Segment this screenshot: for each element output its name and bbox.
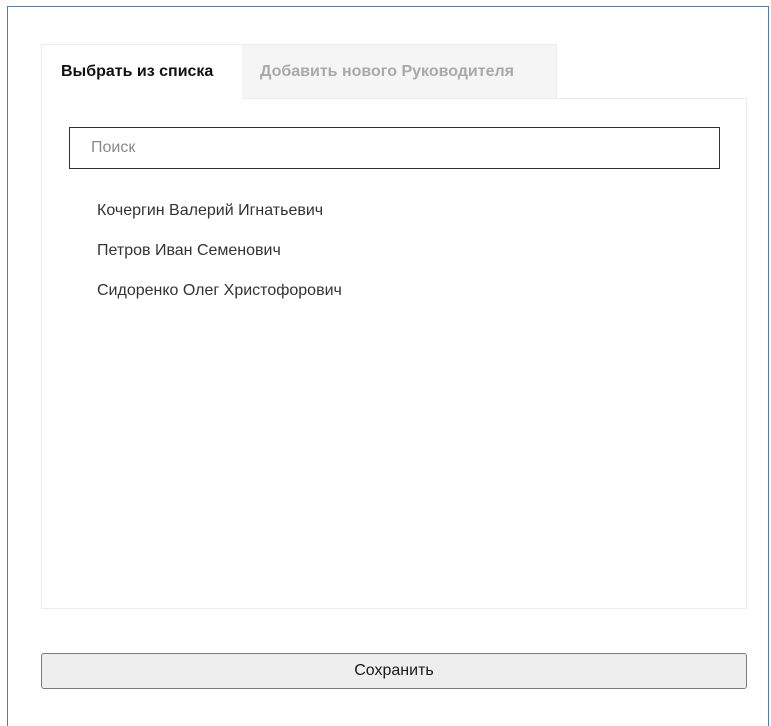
tab-add-new-manager[interactable]: Добавить нового Руководителя [242, 44, 557, 99]
tab-label: Добавить нового Руководителя [260, 62, 514, 80]
tab-select-from-list[interactable]: Выбрать из списка [41, 44, 242, 99]
search-input[interactable] [69, 127, 720, 169]
list-item[interactable]: Сидоренко Олег Христофорович [97, 279, 342, 319]
save-button[interactable]: Сохранить [41, 653, 747, 689]
list-item[interactable]: Кочергин Валерий Игнатьевич [97, 199, 342, 239]
list-item[interactable]: Петров Иван Семенович [97, 239, 342, 279]
tab-panel-select: Кочергин Валерий Игнатьевич Петров Иван … [41, 98, 747, 609]
manager-list: Кочергин Валерий Игнатьевич Петров Иван … [97, 199, 342, 319]
tab-label: Выбрать из списка [61, 63, 214, 80]
tab-bar: Выбрать из списка Добавить нового Руково… [41, 44, 557, 99]
